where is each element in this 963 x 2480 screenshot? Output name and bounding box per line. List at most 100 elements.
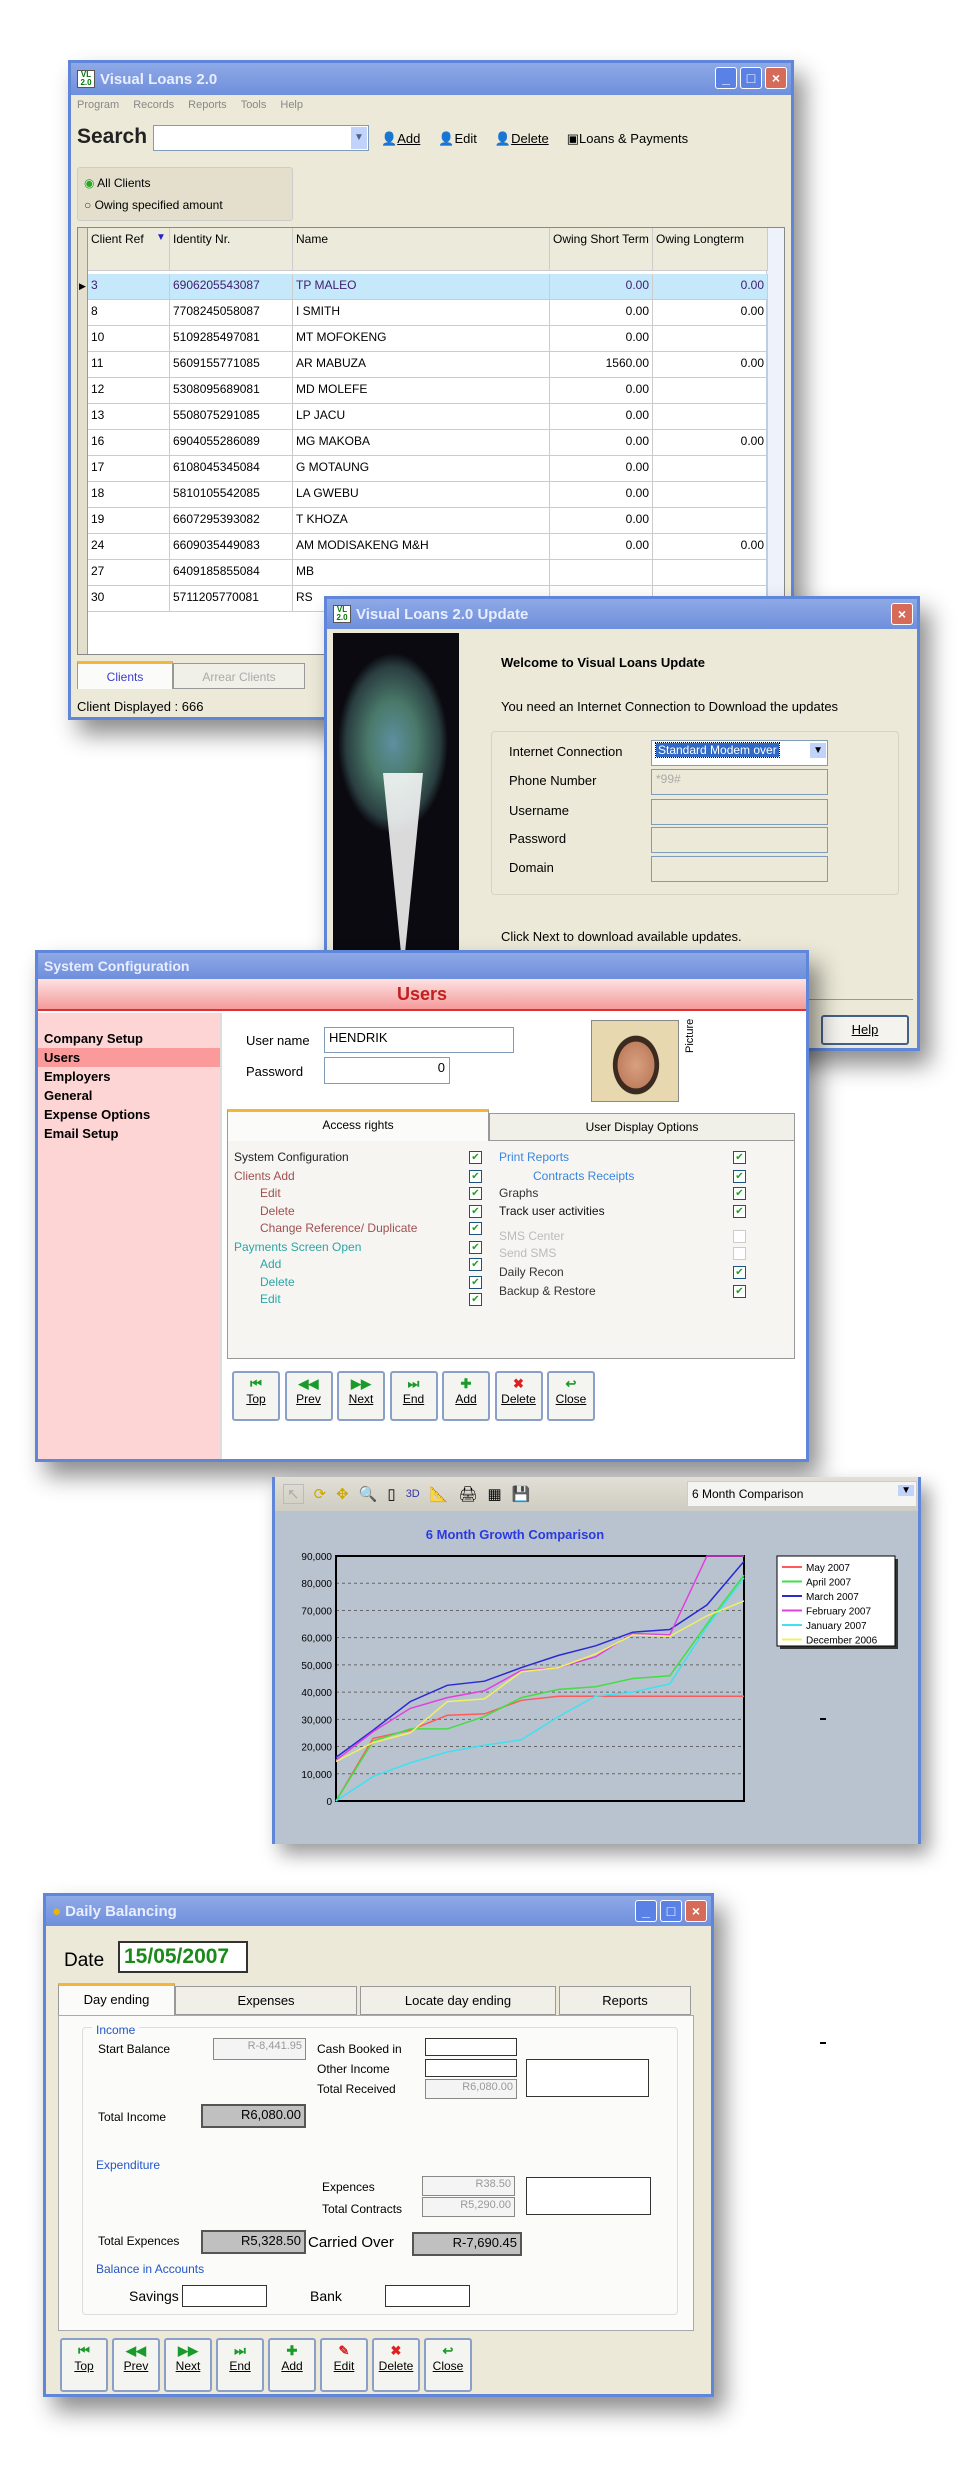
table-row[interactable]: 24 6609035449083 AM MODISAKENG M&H 0.00 0.00 <box>88 534 768 560</box>
tab-arrear-clients[interactable]: Arrear Clients <box>173 663 305 689</box>
add-button[interactable]: 👤Add <box>381 131 420 147</box>
expenditure-notes-box[interactable] <box>526 2177 651 2215</box>
add-button[interactable]: ✚ Add <box>442 1371 490 1421</box>
close-button[interactable]: × <box>685 1900 707 1922</box>
table-row[interactable]: 27 6409185855084 MB <box>88 560 768 586</box>
user-picture[interactable] <box>591 1020 679 1102</box>
password-input[interactable]: 0 <box>324 1057 450 1084</box>
prev-button[interactable]: ◀◀ Prev <box>112 2338 160 2392</box>
minimize-button[interactable]: _ <box>635 1900 657 1922</box>
access-right-checkbox[interactable]: ✔ <box>469 1293 482 1306</box>
tab-access-rights[interactable]: Access rights <box>227 1109 489 1141</box>
username-input[interactable]: HENDRIK <box>324 1027 514 1053</box>
delete-button[interactable]: ✖ Delete <box>494 1371 543 1421</box>
menu-reports[interactable]: Reports <box>188 99 227 111</box>
table-row[interactable]: 17 6108045345084 G MOTAUNG 0.00 <box>88 456 768 482</box>
top-button[interactable]: ⏮ Top <box>60 2338 108 2392</box>
maximize-button[interactable]: □ <box>660 1900 682 1922</box>
table-row[interactable]: 13 5508075291085 LP JACU 0.00 <box>88 404 768 430</box>
table-row[interactable]: 11 5609155771085 AR MABUZA 1560.00 0.00 <box>88 352 768 378</box>
maximize-button[interactable]: □ <box>740 67 762 89</box>
chart-edit-icon[interactable]: 📐 <box>430 1485 449 1503</box>
connection-input[interactable] <box>651 827 828 853</box>
tab-user-display-options[interactable]: User Display Options <box>489 1113 795 1141</box>
nav-item[interactable]: Email Setup <box>38 1124 220 1143</box>
menu-records[interactable]: Records <box>133 99 174 111</box>
tab-day-ending[interactable]: Day ending <box>58 1983 175 2015</box>
table-scrollbar[interactable] <box>766 228 784 654</box>
daily-title-bar[interactable]: ● Daily Balancing _ □ × <box>46 1896 711 1926</box>
connection-input[interactable] <box>651 799 828 825</box>
column-header[interactable]: Identity Nr. <box>170 228 293 271</box>
radio-all-clients[interactable]: ◉ All Clients <box>84 172 286 194</box>
tab-reports[interactable]: Reports <box>559 1986 691 2015</box>
edit-button[interactable]: 👤Edit <box>438 131 477 147</box>
table-row[interactable]: 18 5810105542085 LA GWEBU 0.00 <box>88 482 768 508</box>
main-title-bar[interactable]: VL 2.0 Visual Loans 2.0 _ □ × <box>71 63 791 95</box>
access-right-checkbox[interactable]: ✔ <box>469 1205 482 1218</box>
access-right-checkbox[interactable] <box>733 1230 746 1243</box>
update-title-bar[interactable]: VL 2.0 Visual Loans 2.0 Update × <box>327 599 917 629</box>
prev-button[interactable]: ◀◀ Prev <box>284 1371 333 1421</box>
menu-tools[interactable]: Tools <box>241 99 267 111</box>
tab-locate-day-ending[interactable]: Locate day ending <box>360 1986 556 2015</box>
next-button[interactable]: ▶▶ Next <box>337 1371 385 1421</box>
access-right-checkbox[interactable]: ✔ <box>469 1151 482 1164</box>
table-row[interactable]: 16 6904055286089 MG MAKOBA 0.00 0.00 <box>88 430 768 456</box>
other-income-input[interactable] <box>425 2059 517 2077</box>
end-button[interactable]: ⏭ End <box>389 1371 438 1421</box>
nav-item[interactable]: Employers <box>38 1067 220 1086</box>
delete-button[interactable]: ✖ Delete <box>372 2338 420 2392</box>
access-right-checkbox[interactable] <box>733 1247 746 1260</box>
close-button[interactable]: ↩ Close <box>424 2338 472 2392</box>
tab-clients[interactable]: Clients <box>77 661 173 689</box>
nav-item[interactable]: General <box>38 1086 220 1105</box>
loans-payments-button[interactable]: ▣Loans & Payments <box>567 131 688 147</box>
connection-input[interactable]: *99# <box>651 769 828 795</box>
connection-select[interactable]: Standard Modem over ▼ <box>651 740 828 766</box>
next-button[interactable]: ▶▶ Next <box>164 2338 212 2392</box>
column-header[interactable]: Owing Short Term <box>550 228 653 271</box>
rotate-icon[interactable]: ⟳ <box>314 1485 327 1503</box>
table-row[interactable]: 19 6607295393082 T KHOZA 0.00 <box>88 508 768 534</box>
page-icon[interactable]: ▯ <box>387 1485 395 1503</box>
menu-program[interactable]: Program <box>77 99 119 111</box>
export-icon[interactable]: ▦ <box>487 1485 501 1503</box>
table-row[interactable]: 8 7708245058087 I SMITH 0.00 0.00 <box>88 300 768 326</box>
3d-toggle[interactable]: 3D <box>406 1488 420 1500</box>
save-icon[interactable]: 💾 <box>512 1485 531 1503</box>
move-icon[interactable]: ✥ <box>336 1485 349 1503</box>
table-row[interactable]: 12 5308095689081 MD MOLEFE 0.00 <box>88 378 768 404</box>
tab-expenses[interactable]: Expenses <box>175 1986 357 2015</box>
end-button[interactable]: ⏭ End <box>216 2338 264 2392</box>
radio-owing-amount[interactable]: ○ Owing specified amount <box>84 194 286 216</box>
connection-input[interactable] <box>651 856 828 882</box>
access-right-checkbox[interactable]: ✔ <box>733 1285 746 1298</box>
access-right-checkbox[interactable]: ✔ <box>733 1170 746 1183</box>
chart-type-select[interactable]: 6 Month Comparison ▼ <box>687 1481 917 1507</box>
access-right-checkbox[interactable]: ✔ <box>469 1276 482 1289</box>
access-right-checkbox[interactable]: ✔ <box>733 1266 746 1279</box>
access-right-checkbox[interactable]: ✔ <box>733 1205 746 1218</box>
column-header[interactable]: Owing Longterm <box>653 228 768 271</box>
savings-input[interactable] <box>182 2285 267 2307</box>
access-right-checkbox[interactable]: ✔ <box>469 1170 482 1183</box>
column-header[interactable]: Name <box>293 228 550 271</box>
edit-button[interactable]: ✎ Edit <box>320 2338 368 2392</box>
access-right-checkbox[interactable]: ✔ <box>469 1222 482 1235</box>
access-right-checkbox[interactable]: ✔ <box>733 1187 746 1200</box>
minimize-button[interactable]: _ <box>715 67 737 89</box>
close-button[interactable]: ↩ Close <box>547 1371 595 1421</box>
sysconfig-title-bar[interactable]: System Configuration <box>38 953 806 979</box>
access-right-checkbox[interactable]: ✔ <box>469 1187 482 1200</box>
access-right-checkbox[interactable]: ✔ <box>733 1151 746 1164</box>
search-input[interactable] <box>153 125 369 151</box>
table-row[interactable]: 3 6906205543087 TP MALEO 0.00 0.00 <box>88 274 768 300</box>
pointer-icon[interactable]: ↖ <box>283 1484 304 1504</box>
close-button[interactable]: × <box>765 67 787 89</box>
add-button[interactable]: ✚ Add <box>268 2338 316 2392</box>
top-button[interactable]: ⏮ Top <box>232 1371 280 1421</box>
nav-item[interactable]: Users <box>38 1048 220 1067</box>
zoom-icon[interactable]: 🔍 <box>359 1485 378 1503</box>
table-row[interactable]: 10 5109285497081 MT MOFOKENG 0.00 <box>88 326 768 352</box>
